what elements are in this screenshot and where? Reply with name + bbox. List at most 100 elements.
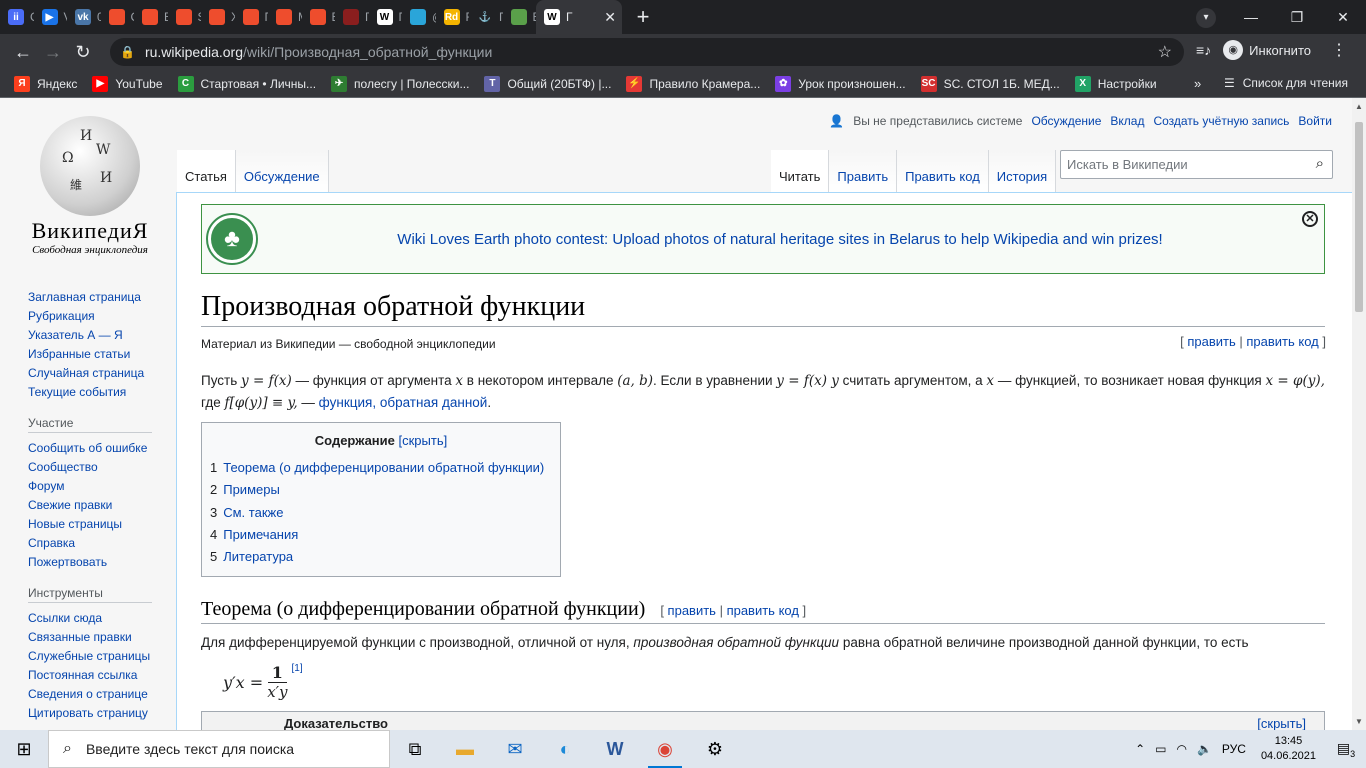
wikipedia-logo[interactable]: Ω W И И 維 ВикипедиЯ Свободная энциклопед… bbox=[30, 116, 150, 256]
tab-search-button[interactable]: ▾ bbox=[1196, 8, 1216, 28]
minimize-button[interactable]: — bbox=[1228, 0, 1274, 34]
tab-read[interactable]: Читать bbox=[771, 150, 830, 192]
bookmarks-more-button[interactable]: » bbox=[1194, 76, 1201, 91]
taskbar-search-input[interactable]: ⌕ Введите здесь текст для поиска bbox=[48, 730, 390, 768]
sidebar-link[interactable]: Указатель А — Я bbox=[28, 326, 168, 345]
file-explorer-icon[interactable]: ▬ bbox=[440, 730, 490, 768]
sidebar-link[interactable]: Постоянная ссылка bbox=[28, 666, 168, 685]
toc-hide-link[interactable]: [скрыть] bbox=[399, 433, 448, 448]
edit-link[interactable]: править bbox=[1187, 334, 1235, 349]
tab-article[interactable]: Статья bbox=[177, 150, 236, 192]
bookmark-item[interactable]: Я Яндекс bbox=[14, 75, 77, 92]
mail-icon[interactable]: ✉ bbox=[490, 730, 540, 768]
sidebar-link[interactable]: Пожертвовать bbox=[28, 553, 168, 572]
windows-start-icon[interactable]: ⊞ bbox=[0, 739, 48, 760]
close-banner-icon[interactable]: ✕ bbox=[1302, 211, 1318, 227]
wiki-search-input[interactable]: Искать в Википедии ⌕ bbox=[1060, 150, 1333, 179]
sidebar-link[interactable]: Служебные страницы bbox=[28, 647, 168, 666]
browser-tab[interactable]: Свад bbox=[101, 0, 134, 34]
sidebar-link[interactable]: Справка bbox=[28, 534, 168, 553]
restore-button[interactable]: ❐ bbox=[1274, 0, 1320, 34]
toc-link[interactable]: Примечания bbox=[223, 527, 298, 542]
chrome-icon[interactable]: ◉ bbox=[640, 730, 690, 768]
back-button[interactable]: ← bbox=[8, 42, 38, 63]
browser-tab[interactable]: БрГУ bbox=[503, 0, 536, 34]
clock[interactable]: 13:45 04.06.2021 bbox=[1261, 734, 1316, 764]
browser-tab[interactable]: Stapl bbox=[168, 0, 201, 34]
word-icon[interactable]: W bbox=[590, 730, 640, 768]
volume-icon[interactable]: 🔈 bbox=[1197, 742, 1212, 756]
browser-tab[interactable]: Высс bbox=[302, 0, 335, 34]
browser-tab[interactable]: WПро bbox=[369, 0, 402, 34]
settings-icon[interactable]: ⚙ bbox=[690, 730, 740, 768]
browser-tab[interactable]: @Br bbox=[402, 0, 436, 34]
bookmark-item[interactable]: ⚡ Правило Крамера... bbox=[626, 75, 760, 92]
section-edit-source-link[interactable]: править код bbox=[727, 603, 799, 618]
bookmark-item[interactable]: ▶ YouTube bbox=[92, 75, 163, 92]
sidebar-link[interactable]: Связанные правки bbox=[28, 628, 168, 647]
reading-list-button[interactable]: ☰ Список для чтения bbox=[1224, 76, 1348, 90]
sidebar-link[interactable]: Заглавная страница bbox=[28, 288, 168, 307]
bookmark-item[interactable]: SC SC. СТОЛ 1Б. МЕД... bbox=[920, 75, 1060, 92]
browser-tab[interactable]: Боге bbox=[134, 0, 168, 34]
address-bar[interactable]: 🔒 ru.wikipedia.org/wiki/Производная_обра… bbox=[110, 38, 1184, 66]
search-icon[interactable]: ⌕ bbox=[1316, 155, 1324, 172]
sidebar-link[interactable]: Случайная страница bbox=[28, 364, 168, 383]
tab-discussion[interactable]: Обсуждение bbox=[235, 150, 329, 192]
proof-hide-link[interactable]: [скрыть] bbox=[1257, 716, 1306, 730]
browser-tab[interactable]: Глав bbox=[335, 0, 369, 34]
sidebar-link[interactable]: Сообщить об ошибке bbox=[28, 439, 168, 458]
toc-link[interactable]: Теорема (о дифференцировании обратной фу… bbox=[223, 460, 544, 475]
sidebar-link[interactable]: Сообщество bbox=[28, 458, 168, 477]
tab-edit[interactable]: Править bbox=[829, 150, 898, 192]
forward-button[interactable]: → bbox=[38, 42, 68, 63]
browser-menu-icon[interactable]: ⋮ bbox=[1331, 40, 1347, 60]
login-link[interactable]: Войти bbox=[1298, 114, 1332, 128]
sidebar-link[interactable]: Цитировать страницу bbox=[28, 704, 168, 723]
scroll-down-icon[interactable]: ▼ bbox=[1355, 717, 1363, 726]
incognito-indicator[interactable]: ◉ Инкогнито bbox=[1223, 40, 1311, 60]
scroll-up-icon[interactable]: ▲ bbox=[1355, 102, 1363, 111]
browser-tab[interactable]: ▶V bbox=[34, 0, 67, 34]
bookmark-item[interactable]: X Настройки bbox=[1074, 75, 1157, 92]
edge-icon[interactable]: ◐ bbox=[540, 730, 590, 768]
browser-tab[interactable]: Про bbox=[235, 0, 268, 34]
browser-tab[interactable]: RdRand bbox=[436, 0, 469, 34]
browser-tab[interactable]: ⚓Пост bbox=[469, 0, 503, 34]
inverse-function-link[interactable]: функция, обратная данной bbox=[319, 395, 488, 410]
create-account-link[interactable]: Создать учётную запись bbox=[1153, 114, 1289, 128]
task-view-icon[interactable]: ⧉ bbox=[390, 730, 440, 768]
tab-history[interactable]: История bbox=[988, 150, 1057, 192]
toc-link[interactable]: См. также bbox=[223, 505, 283, 520]
network-icon[interactable]: ◠ bbox=[1176, 742, 1186, 756]
close-tab-icon[interactable]: ✕ bbox=[604, 9, 616, 26]
sidebar-link[interactable]: Ссылки сюда bbox=[28, 609, 168, 628]
sidebar-link[interactable]: Новые страницы bbox=[28, 515, 168, 534]
tray-overflow-icon[interactable]: ⌃ bbox=[1135, 742, 1145, 756]
browser-tab[interactable]: Мяг bbox=[268, 0, 302, 34]
sidebar-link[interactable]: Рубрикация bbox=[28, 307, 168, 326]
new-tab-button[interactable]: + bbox=[628, 0, 658, 34]
language-indicator[interactable]: РУС bbox=[1222, 742, 1246, 756]
sidebar-link[interactable]: Форум bbox=[28, 477, 168, 496]
bookmark-item[interactable]: C Стартовая • Личны... bbox=[177, 75, 316, 92]
bookmark-star-icon[interactable]: ☆ bbox=[1158, 42, 1172, 62]
sidebar-link[interactable]: Сведения о странице bbox=[28, 685, 168, 704]
notification-center-icon[interactable]: ▤3 bbox=[1326, 740, 1366, 759]
bookmark-item[interactable]: ✿ Урок произношен... bbox=[775, 75, 906, 92]
talk-link[interactable]: Обсуждение bbox=[1031, 114, 1101, 128]
tab-edit-source[interactable]: Править код bbox=[897, 150, 989, 192]
browser-tab-active[interactable]: W Г ✕ bbox=[536, 0, 622, 34]
scrollbar-thumb[interactable] bbox=[1355, 122, 1363, 312]
sidebar-link[interactable]: Свежие правки bbox=[28, 496, 168, 515]
browser-tab[interactable]: Хала bbox=[201, 0, 235, 34]
sidebar-link[interactable]: Текущие события bbox=[28, 383, 168, 402]
page-scrollbar[interactable]: ▲ ▼ bbox=[1352, 98, 1366, 730]
browser-tab[interactable]: iiGlam bbox=[0, 0, 34, 34]
reload-button[interactable]: ↻ bbox=[68, 42, 98, 63]
banner-message-link[interactable]: Wiki Loves Earth photo contest: Upload p… bbox=[236, 231, 1324, 248]
battery-icon[interactable]: ▭ bbox=[1155, 742, 1166, 756]
edit-source-link[interactable]: править код bbox=[1246, 334, 1318, 349]
toc-link[interactable]: Примеры bbox=[223, 482, 280, 497]
close-window-button[interactable]: ✕ bbox=[1320, 0, 1366, 34]
